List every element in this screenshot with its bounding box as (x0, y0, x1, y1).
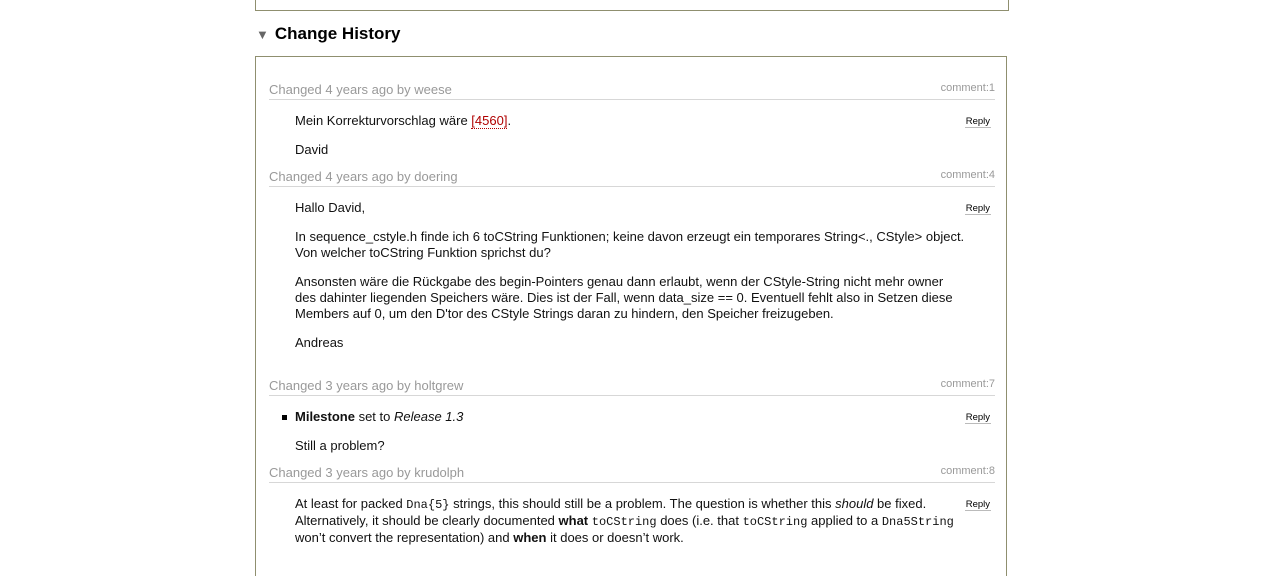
comment-body: Reply Hallo David, In sequence_cstyle.h … (295, 200, 991, 351)
change-entry: Changed 4 years ago by weese comment:1 R… (269, 81, 995, 171)
change-history-box: Changed 4 years ago by weese comment:1 R… (255, 56, 1007, 576)
reply-button[interactable]: Reply (964, 116, 991, 128)
field-value: Release 1.3 (394, 409, 464, 424)
change-entry: Changed 3 years ago by holtgrew comment:… (269, 377, 995, 467)
comment-paragraph: At least for packed Dna{5} strings, this… (295, 496, 965, 546)
reply-button[interactable]: Reply (964, 203, 991, 215)
comment-body: Reply Milestone set to Release 1.3 Still… (282, 409, 991, 454)
change-header: Changed 3 years ago by krudolph comment:… (269, 464, 995, 483)
change-header: Changed 4 years ago by doering comment:4 (269, 168, 995, 187)
comment-text: At least for packed (295, 496, 407, 511)
comment-paragraph: David (295, 142, 329, 157)
bullet-icon (282, 415, 287, 420)
change-history-header[interactable]: ▼ Change History (256, 22, 401, 46)
reply-button[interactable]: Reply (964, 499, 991, 511)
change-meta: Changed 3 years ago by krudolph (269, 465, 465, 480)
comment-paragraph: Ansonsten wäre die Rückgabe des begin-Po… (295, 274, 953, 321)
comment-paragraph: In sequence_cstyle.h finde ich 6 toCStri… (295, 229, 965, 260)
change-meta: Changed 4 years ago by doering (269, 169, 458, 184)
triangle-down-icon[interactable]: ▼ (256, 27, 269, 42)
comment-text: does (i.e. that (656, 513, 743, 528)
bold-text: when (513, 530, 547, 545)
comment-paragraph: Still a problem? (295, 438, 385, 453)
comment-number-link[interactable]: comment:8 (941, 465, 995, 477)
inline-code: Dna5String (881, 515, 954, 529)
change-header: Changed 4 years ago by weese comment:1 (269, 81, 995, 100)
comment-body: Reply At least for packed Dna{5} strings… (295, 496, 991, 546)
comment-paragraph: Andreas (295, 335, 344, 350)
comment-number-link[interactable]: comment:1 (941, 82, 995, 94)
inline-code: toCString (742, 515, 808, 529)
change-meta: Changed 3 years ago by holtgrew (269, 378, 464, 393)
previous-section-box (255, 0, 1009, 11)
comment-text: it does or doesn’t work. (546, 530, 684, 545)
changeset-link[interactable]: [4560] (471, 113, 508, 129)
change-header: Changed 3 years ago by holtgrew comment:… (269, 377, 995, 396)
comment-paragraph: Hallo David, (295, 200, 366, 215)
field-name: Milestone (295, 409, 355, 424)
bold-text: what (558, 513, 589, 528)
comment-text: won’t convert the representation) and (295, 530, 514, 545)
comment-text: . (507, 113, 512, 128)
change-meta: Changed 4 years ago by weese (269, 82, 452, 97)
comment-paragraph: Mein Korrekturvorschlag wäre [4560]. (295, 113, 965, 129)
comment-body: Reply Mein Korrekturvorschlag wäre [4560… (295, 113, 991, 158)
change-entry: Changed 3 years ago by krudolph comment:… (269, 464, 995, 559)
comment-number-link[interactable]: comment:4 (941, 169, 995, 181)
field-change-item: Milestone set to Release 1.3 (282, 409, 965, 425)
emphasis-text: should (835, 496, 874, 511)
comment-text: applied to a (807, 513, 882, 528)
inline-code: Dna{5} (406, 498, 450, 512)
field-changes: Milestone set to Release 1.3 (282, 409, 965, 425)
comment-number-link[interactable]: comment:7 (941, 378, 995, 390)
inline-code: toCString (591, 515, 657, 529)
reply-button[interactable]: Reply (964, 412, 991, 424)
field-set-to: set to (354, 409, 394, 424)
comment-text: Mein Korrekturvorschlag wäre (295, 113, 472, 128)
section-title: Change History (274, 24, 401, 43)
comment-text: strings, this should still be a problem.… (449, 496, 836, 511)
change-entry: Changed 4 years ago by doering comment:4… (269, 168, 995, 364)
